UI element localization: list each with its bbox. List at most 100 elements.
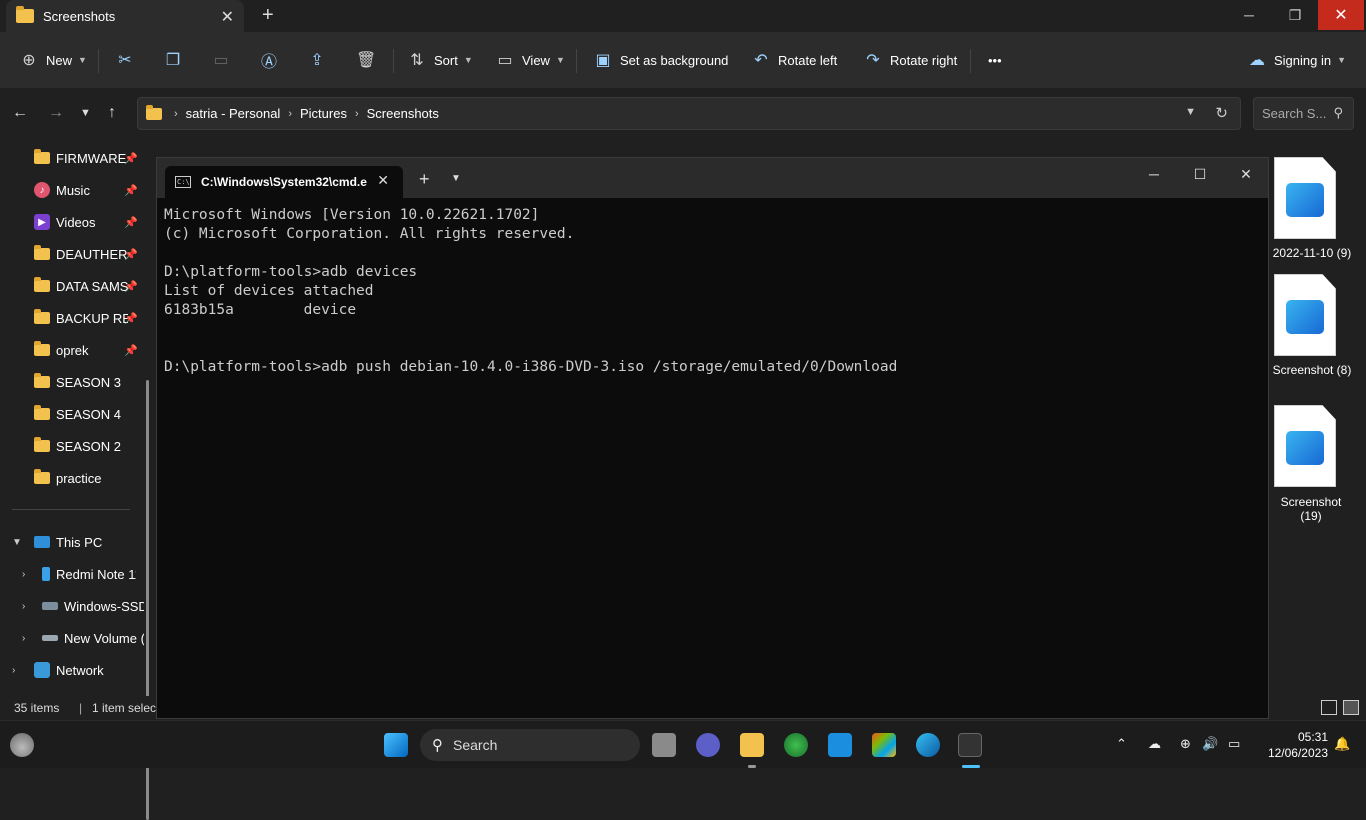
plus-circle-icon: ⊕ bbox=[22, 52, 36, 69]
sidebar-item-oprek[interactable]: oprek 📌 bbox=[0, 334, 150, 366]
file-explorer-icon[interactable] bbox=[740, 733, 764, 757]
new-button[interactable]: ⊕ New ▼ bbox=[20, 46, 87, 74]
terminal-line: D:\platform-tools>adb devices bbox=[164, 264, 418, 280]
breadcrumb-screenshots[interactable]: Screenshots bbox=[367, 106, 439, 121]
address-bar[interactable]: › satria - Personal › Pictures › Screens… bbox=[137, 97, 1241, 130]
pin-icon: 📌 bbox=[124, 216, 138, 229]
breadcrumb-pictures[interactable]: Pictures bbox=[300, 106, 347, 121]
terminal-window[interactable]: C:\ C:\Windows\System32\cmd.e ✕ + ▼ ─ ☐ … bbox=[156, 157, 1269, 719]
sidebar-item-season-4[interactable]: SEASON 4 bbox=[0, 398, 150, 430]
file-name[interactable]: Screenshot (8) bbox=[1264, 363, 1360, 377]
terminal-maximize-button[interactable]: ☐ bbox=[1177, 166, 1223, 192]
sidebar-item-firmware[interactable]: FIRMWARE 📌 bbox=[0, 142, 150, 174]
sidebar-item-redmi[interactable]: Redmi Note 11 bbox=[0, 558, 150, 590]
cut-button[interactable]: ✂ bbox=[116, 46, 142, 74]
paste-button[interactable]: ▭ bbox=[212, 46, 238, 74]
sidebar-item-season-2[interactable]: SEASON 2 bbox=[0, 430, 150, 462]
file-thumbnail[interactable] bbox=[1274, 157, 1336, 239]
chat-icon[interactable] bbox=[696, 733, 720, 757]
image-icon bbox=[1286, 183, 1324, 217]
globe-icon[interactable]: ⊕ bbox=[1180, 736, 1191, 752]
rename-button[interactable]: Ⓐ bbox=[260, 46, 286, 74]
terminal-icon[interactable] bbox=[958, 733, 982, 757]
file-thumbnail[interactable] bbox=[1274, 274, 1336, 356]
sidebar-item-network[interactable]: Network bbox=[0, 654, 150, 686]
volume-icon[interactable]: 🔊 bbox=[1202, 736, 1218, 752]
rotate-left-label: Rotate left bbox=[778, 52, 838, 68]
large-icons-view-icon[interactable] bbox=[1343, 700, 1359, 715]
file-thumbnail[interactable] bbox=[1274, 405, 1336, 487]
rename-icon: Ⓐ bbox=[260, 54, 277, 71]
edge-icon[interactable] bbox=[916, 733, 940, 757]
rotate-right-label: Rotate right bbox=[890, 52, 958, 68]
new-tab-button[interactable]: + bbox=[262, 4, 274, 27]
store-icon[interactable] bbox=[872, 733, 896, 757]
title-bar: Screenshots ✕ + ─ ❐ ✕ bbox=[0, 0, 1366, 32]
back-arrow-icon[interactable]: ← bbox=[12, 104, 28, 122]
view-button[interactable]: ▭ View ▼ bbox=[496, 46, 564, 74]
share-button[interactable]: ⇪ bbox=[308, 46, 334, 74]
chevron-down-icon: ▼ bbox=[463, 55, 473, 65]
download-manager-icon[interactable] bbox=[784, 733, 808, 757]
sidebar-item-season-3[interactable]: SEASON 3 bbox=[0, 366, 150, 398]
sidebar-item-data-samsung[interactable]: DATA SAMSU 📌 bbox=[0, 270, 150, 302]
close-tab-icon[interactable]: ✕ bbox=[377, 172, 389, 189]
sort-button[interactable]: ⇅ Sort ▼ bbox=[408, 46, 473, 74]
set-background-button[interactable]: ▣ Set as background bbox=[594, 46, 728, 74]
up-arrow-icon[interactable]: ↑ bbox=[108, 104, 116, 122]
refresh-icon[interactable]: ↻ bbox=[1215, 104, 1228, 122]
chevron-down-icon[interactable]: ▼ bbox=[451, 173, 461, 184]
close-tab-icon[interactable]: ✕ bbox=[221, 7, 234, 27]
address-dropdown-icon[interactable]: ▼ bbox=[1185, 106, 1196, 118]
rotate-right-button[interactable]: ↷ Rotate right bbox=[864, 46, 957, 74]
breadcrumb-personal[interactable]: satria - Personal bbox=[186, 106, 281, 121]
more-options-button[interactable]: ••• bbox=[988, 46, 1002, 74]
sidebar-item-music[interactable]: ♪ Music 📌 bbox=[0, 174, 150, 206]
sidebar-item-windows-ssd[interactable]: Windows-SSD bbox=[0, 590, 150, 622]
tab-title: Screenshots bbox=[43, 8, 116, 24]
show-hidden-icons-icon[interactable]: ⌃ bbox=[1116, 736, 1127, 752]
search-box[interactable]: Search S... ⚲ bbox=[1253, 97, 1354, 130]
pin-icon: 📌 bbox=[124, 184, 138, 197]
trash-icon: 🗑 bbox=[356, 52, 377, 69]
task-view-icon[interactable] bbox=[652, 733, 676, 757]
maximize-button[interactable]: ❐ bbox=[1272, 0, 1318, 30]
cloud-sync-icon: ☁ bbox=[1249, 52, 1265, 69]
notification-icon[interactable]: 🔔 bbox=[1334, 736, 1350, 752]
terminal-close-button[interactable]: ✕ bbox=[1223, 166, 1269, 192]
forward-arrow-icon[interactable]: → bbox=[48, 104, 64, 122]
details-view-icon[interactable] bbox=[1321, 700, 1337, 715]
sidebar-item-backup[interactable]: BACKUP REN 📌 bbox=[0, 302, 150, 334]
delete-button[interactable]: 🗑 bbox=[356, 46, 382, 74]
battery-icon[interactable]: ▭ bbox=[1228, 736, 1240, 752]
clock[interactable]: 05:31 12/06/2023 bbox=[1256, 729, 1328, 761]
weather-icon[interactable] bbox=[10, 733, 34, 757]
signing-in-button[interactable]: ☁ Signing in ▼ bbox=[1248, 46, 1346, 74]
close-button[interactable]: ✕ bbox=[1318, 0, 1364, 30]
new-label: New bbox=[46, 52, 73, 68]
onedrive-icon[interactable]: ☁ bbox=[1148, 736, 1161, 752]
start-icon[interactable] bbox=[384, 733, 408, 757]
taskbar-search[interactable]: ⚲ Search bbox=[420, 729, 640, 761]
drive-icon bbox=[42, 635, 58, 641]
copy-button[interactable]: ❐ bbox=[164, 46, 190, 74]
chevron-down-icon: ▼ bbox=[78, 55, 87, 65]
command-bar: ⊕ New ▼ ✂ ❐ ▭ Ⓐ ⇪ 🗑 ⇅ Sort ▼ ▭ View ▼ ▣ … bbox=[0, 32, 1366, 88]
sidebar-item-this-pc[interactable]: This PC bbox=[0, 526, 150, 558]
explorer-tab[interactable]: Screenshots ✕ bbox=[6, 0, 244, 32]
sidebar-item-new-volume[interactable]: New Volume (I bbox=[0, 622, 150, 654]
app-l-icon[interactable] bbox=[828, 733, 852, 757]
sidebar-item-practice[interactable]: practice bbox=[0, 462, 150, 494]
new-terminal-tab-icon[interactable]: + bbox=[419, 169, 430, 190]
terminal-minimize-button[interactable]: ─ bbox=[1131, 166, 1177, 192]
minimize-button[interactable]: ─ bbox=[1226, 0, 1272, 30]
terminal-output[interactable]: Microsoft Windows [Version 10.0.22621.17… bbox=[164, 206, 897, 377]
file-name[interactable]: 2022-11-10 (9) bbox=[1264, 246, 1360, 260]
sidebar-item-videos[interactable]: ▶ Videos 📌 bbox=[0, 206, 150, 238]
recent-chevron-icon[interactable]: ▼ bbox=[80, 107, 91, 119]
rotate-left-button[interactable]: ↶ Rotate left bbox=[752, 46, 837, 74]
terminal-tab[interactable]: C:\ C:\Windows\System32\cmd.e ✕ bbox=[165, 166, 403, 198]
sidebar-item-deauther[interactable]: DEAUTHER 8 📌 bbox=[0, 238, 150, 270]
file-name[interactable]: Screenshot (19) bbox=[1270, 495, 1352, 523]
sort-label: Sort bbox=[434, 52, 458, 68]
